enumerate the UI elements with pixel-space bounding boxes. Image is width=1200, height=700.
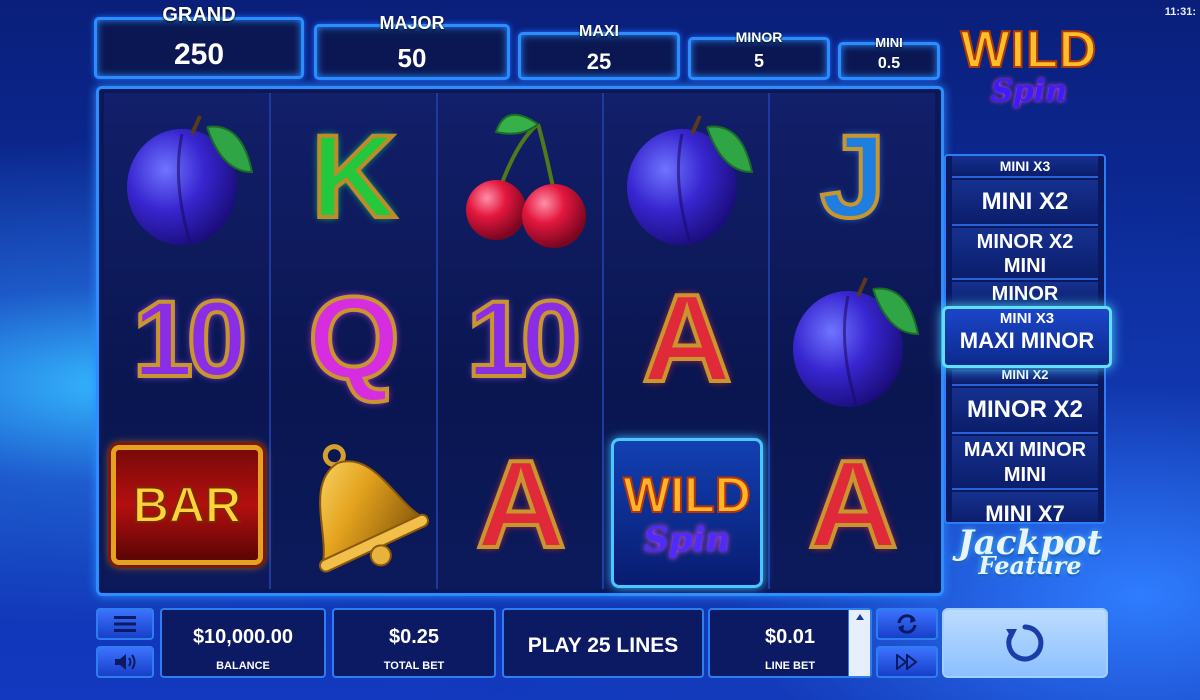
plum-symbol — [607, 97, 767, 257]
jackpot-mini-label: MINI — [875, 35, 903, 50]
menu-icon — [114, 616, 136, 632]
bell-icon — [318, 444, 429, 573]
spin-icon — [1006, 624, 1044, 662]
wild-symbol: WILD Spin — [607, 433, 767, 593]
a-symbol-text: A — [640, 270, 734, 408]
ladder-active-partial: MINI X3 — [999, 313, 1055, 327]
jackpot-major-value: 50 — [397, 43, 427, 73]
play-lines-button[interactable]: PLAY 25 LINES — [502, 608, 704, 678]
line-bet-value: $0.01 — [764, 626, 816, 648]
j-symbol-text: J — [818, 111, 888, 243]
k-symbol-text: K — [309, 111, 398, 243]
q-symbol: Q — [274, 259, 434, 419]
ten-symbol-text: 10 — [131, 278, 249, 399]
cherry-icon — [466, 113, 586, 248]
fast-forward-button[interactable] — [876, 646, 938, 678]
game-logo: WILD Spin — [944, 20, 1114, 134]
ladder-active-label: MAXI MINOR — [959, 328, 1095, 353]
clock: 11:31: — [1164, 6, 1196, 18]
a-symbol-text: A — [806, 436, 900, 574]
a-symbol-text: A — [474, 436, 568, 574]
total-bet-label: TOTAL BET — [383, 660, 445, 672]
jackpot-mini: MINI 0.5 — [838, 35, 940, 80]
bell-symbol — [274, 425, 434, 585]
ladder-active-rung: MINI X3 MAXI MINOR — [942, 306, 1112, 368]
ladder-rung-double: MINOR X2 MINI — [952, 228, 1098, 280]
balance-label: BALANCE — [216, 660, 270, 672]
a-symbol: A — [607, 259, 767, 419]
logo-wild-text: WILD — [960, 20, 1098, 80]
ladder-rung: MINOR — [952, 282, 1098, 308]
a-symbol: A — [441, 425, 601, 585]
plum-icon — [627, 115, 754, 245]
bar-symbol: BAR — [107, 425, 267, 585]
q-symbol-text: Q — [306, 273, 402, 405]
speaker-icon — [115, 654, 136, 670]
fast-forward-icon — [896, 654, 918, 670]
jackpot-grand-value: 250 — [173, 38, 225, 71]
jackpot-maxi: MAXI 25 — [518, 23, 680, 80]
plum-icon — [793, 277, 920, 407]
menu-button[interactable] — [96, 608, 154, 640]
ladder-rung: MINI X2 — [952, 368, 1098, 386]
reel-area: 10 BAR K Q 10 A A WILD Spin J A — [96, 86, 944, 596]
sound-button[interactable] — [96, 646, 154, 678]
ladder-rung-line: MINI — [1003, 255, 1047, 277]
k-symbol: K — [274, 97, 434, 257]
a-symbol: A — [773, 425, 933, 585]
plum-symbol — [107, 97, 267, 257]
play-lines-label: PLAY 25 LINES — [527, 634, 679, 657]
chevron-up-icon[interactable] — [856, 614, 864, 620]
jackpot-grand-label: GRAND — [162, 4, 236, 26]
ladder-rung: MINI X3 — [952, 156, 1098, 178]
spin-button[interactable] — [942, 608, 1108, 678]
wild-symbol-subtext: Spin — [644, 520, 730, 560]
j-symbol: J — [773, 97, 933, 257]
ladder-rung: MINI X2 — [952, 180, 1098, 226]
autoplay-icon — [897, 614, 917, 634]
jackpot-major-label: MAJOR — [379, 13, 445, 33]
bar-tile: BAR — [111, 445, 263, 565]
wild-symbol-text: WILD — [622, 466, 752, 524]
ten-symbol: 10 — [107, 259, 267, 419]
plum-icon — [127, 115, 254, 245]
ladder-rung-line: MAXI MINOR — [963, 439, 1087, 461]
ladder-rung: MINI X7 — [952, 492, 1098, 522]
ladder-rung-line: MINI — [1003, 464, 1047, 486]
cherry-symbol — [441, 97, 601, 257]
line-bet-label: LINE BET — [764, 660, 816, 672]
ladder-rung-line: MINOR X2 — [976, 231, 1074, 253]
jackpot-grand: GRAND 250 — [94, 4, 304, 79]
bar-symbol-text: BAR — [132, 476, 242, 534]
jackpot-major: MAJOR 50 — [314, 13, 510, 80]
jackpot-minor-label: MINOR — [735, 29, 783, 45]
wild-tile: WILD Spin — [611, 438, 763, 588]
plum-symbol — [773, 259, 933, 419]
total-bet-panel: $0.25 TOTAL BET — [332, 608, 496, 678]
jackpot-minor-value: 5 — [753, 51, 764, 71]
total-bet-value: $0.25 — [388, 626, 440, 648]
jackpot-feature-title: Jackpot Feature — [950, 526, 1110, 578]
jackpot-mini-value: 0.5 — [877, 55, 901, 72]
jackpot-maxi-value: 25 — [586, 49, 612, 74]
logo-spin-text: Spin — [991, 74, 1067, 109]
ten-symbol-text: 10 — [465, 278, 583, 399]
ladder-rung: MINOR X2 — [952, 388, 1098, 434]
autoplay-button[interactable] — [876, 608, 938, 640]
line-bet-panel[interactable]: $0.01 LINE BET — [708, 608, 872, 678]
balance-value: $10,000.00 — [192, 626, 294, 648]
jackpot-maxi-label: MAXI — [579, 23, 619, 40]
line-bet-stepper[interactable] — [848, 610, 870, 676]
jackpot-minor: MINOR 5 — [688, 29, 830, 80]
ladder-rung-double: MAXI MINOR MINI — [952, 436, 1098, 490]
balance-panel: $10,000.00 BALANCE — [160, 608, 326, 678]
ten-symbol: 10 — [441, 259, 601, 419]
